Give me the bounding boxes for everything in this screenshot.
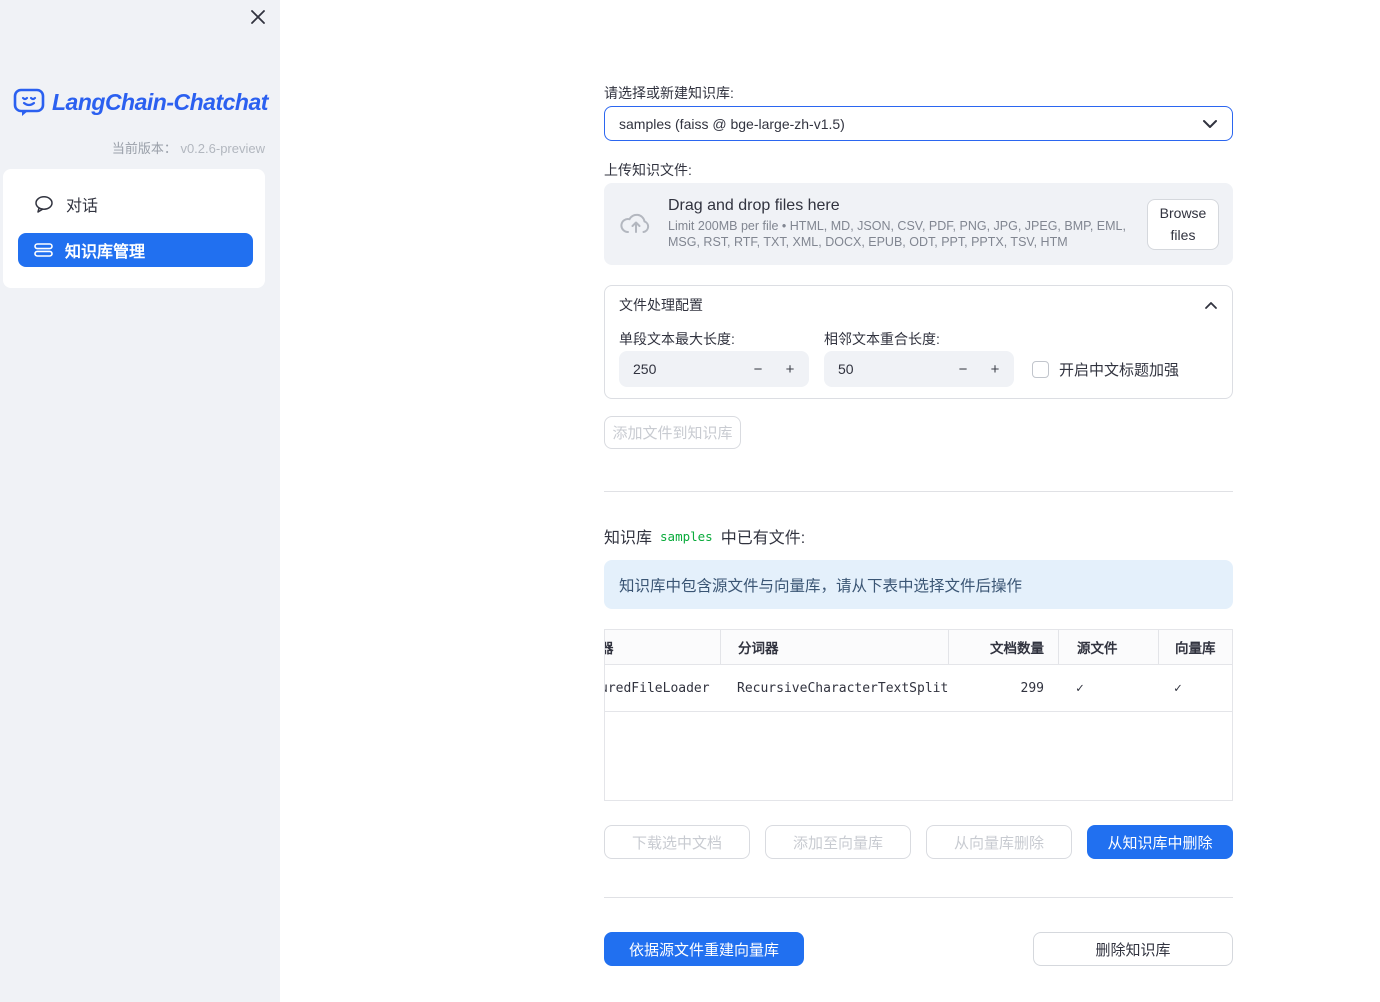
divider bbox=[604, 491, 1233, 492]
column-header-doc-count[interactable]: 文档数量 bbox=[948, 630, 1058, 664]
version-value: v0.2.6-preview bbox=[180, 141, 265, 156]
knowledge-base-icon bbox=[34, 242, 53, 258]
add-to-vectorstore-button[interactable]: 添加至向量库 bbox=[765, 825, 911, 859]
file-dropzone[interactable]: Drag and drop files here Limit 200MB per… bbox=[604, 183, 1233, 265]
cell-source-file-check: ✓ bbox=[1058, 665, 1158, 711]
cell-doc-count: 299 bbox=[1020, 680, 1044, 696]
cell-loader: uredFileLoader bbox=[605, 680, 710, 696]
overlap-size-label: 相邻文本重合长度: bbox=[824, 331, 940, 347]
sidebar-item-label: 知识库管理 bbox=[65, 244, 146, 261]
cloud-upload-icon bbox=[620, 211, 652, 237]
table-header-row: 器 分词器 文档数量 源文件 向量库 bbox=[605, 630, 1232, 665]
sidebar-item-kb-management[interactable]: 知识库管理 bbox=[18, 233, 253, 267]
kb-files-heading: 知识库 samples 中已有文件: bbox=[604, 524, 805, 548]
upload-label: 上传知识文件: bbox=[604, 162, 692, 178]
kb-files-table[interactable]: 器 分词器 文档数量 源文件 向量库 uredFileLoader Recurs… bbox=[604, 629, 1233, 801]
app-window: LangChain-Chatchat 当前版本： v0.2.6-preview … bbox=[0, 0, 1380, 1002]
app-logo: LangChain-Chatchat bbox=[12, 86, 268, 118]
check-icon: ✓ bbox=[1076, 680, 1084, 696]
increment-icon[interactable]: + bbox=[783, 361, 797, 378]
overlap-size-value: 50 bbox=[838, 361, 854, 377]
download-selected-button[interactable]: 下载选中文档 bbox=[604, 825, 750, 859]
kb-select-value: samples (faiss @ bge-large-zh-v1.5) bbox=[619, 115, 845, 132]
delete-kb-button[interactable]: 删除知识库 bbox=[1033, 932, 1233, 966]
check-icon: ✓ bbox=[1174, 680, 1182, 696]
column-header-splitter[interactable]: 分词器 bbox=[720, 630, 948, 664]
file-config-expander: 文件处理配置 单段文本最大长度: 相邻文本重合长度: 250 − + 50 − … bbox=[604, 285, 1233, 399]
increment-icon[interactable]: + bbox=[988, 361, 1002, 378]
dropzone-limits: Limit 200MB per file • HTML, MD, JSON, C… bbox=[668, 219, 1126, 249]
sidebar: LangChain-Chatchat 当前版本： v0.2.6-preview … bbox=[0, 0, 280, 1002]
cell-vector-store-check: ✓ bbox=[1158, 665, 1232, 711]
kb-name-code: samples bbox=[660, 528, 713, 544]
dropzone-text: Drag and drop files here Limit 200MB per… bbox=[668, 197, 1128, 250]
expander-header[interactable]: 文件处理配置 bbox=[619, 295, 1218, 315]
version-info: 当前版本： v0.2.6-preview bbox=[0, 138, 265, 157]
add-files-to-kb-button[interactable]: 添加文件到知识库 bbox=[604, 416, 741, 449]
checkbox-unchecked-icon[interactable] bbox=[1032, 361, 1049, 378]
sidebar-item-label: 对话 bbox=[66, 198, 99, 215]
zh-title-enhance-checkbox-row[interactable]: 开启中文标题加强 bbox=[1032, 359, 1179, 380]
sidebar-close-icon[interactable] bbox=[248, 7, 268, 27]
kb-files-prefix: 知识库 bbox=[604, 530, 653, 547]
overlap-size-input[interactable]: 50 − + bbox=[824, 351, 1014, 387]
chunk-size-input[interactable]: 250 − + bbox=[619, 351, 809, 387]
info-alert-text: 知识库中包含源文件与向量库，请从下表中选择文件后操作 bbox=[619, 577, 1023, 595]
logo-chat-bubble-icon bbox=[12, 86, 46, 118]
column-header-loader[interactable]: 器 bbox=[605, 630, 720, 664]
delete-from-kb-button[interactable]: 从知识库中删除 bbox=[1087, 825, 1233, 859]
dropzone-title: Drag and drop files here bbox=[668, 197, 840, 215]
decrement-icon[interactable]: − bbox=[751, 361, 765, 378]
decrement-icon[interactable]: − bbox=[956, 361, 970, 378]
rebuild-vectorstore-button[interactable]: 依据源文件重建向量库 bbox=[604, 932, 804, 966]
expander-title: 文件处理配置 bbox=[619, 297, 703, 313]
chunk-size-label: 单段文本最大长度: bbox=[619, 331, 735, 347]
table-row[interactable]: uredFileLoader RecursiveCharacterTextSpl… bbox=[605, 665, 1232, 712]
info-alert: 知识库中包含源文件与向量库，请从下表中选择文件后操作 bbox=[604, 560, 1233, 609]
chunk-size-value: 250 bbox=[633, 361, 657, 377]
sidebar-item-dialogue[interactable]: 对话 bbox=[18, 183, 253, 225]
chevron-up-icon bbox=[1204, 301, 1218, 310]
file-actions-row: 下载选中文档 添加至向量库 从向量库删除 从知识库中删除 bbox=[604, 825, 1233, 859]
sidebar-nav: 对话 知识库管理 bbox=[3, 169, 265, 288]
app-title: LangChain-Chatchat bbox=[52, 88, 268, 115]
chevron-down-icon bbox=[1202, 119, 1218, 129]
delete-from-vectorstore-button[interactable]: 从向量库删除 bbox=[926, 825, 1072, 859]
chat-bubble-icon bbox=[34, 195, 54, 213]
cell-splitter: RecursiveCharacterTextSplitter bbox=[737, 680, 948, 696]
kb-select-dropdown[interactable]: samples (faiss @ bge-large-zh-v1.5) bbox=[604, 106, 1233, 141]
kb-files-suffix: 中已有文件: bbox=[720, 530, 806, 547]
divider bbox=[604, 897, 1233, 898]
column-header-source-file[interactable]: 源文件 bbox=[1058, 630, 1158, 664]
version-label: 当前版本： bbox=[111, 141, 177, 156]
zh-title-enhance-label: 开启中文标题加强 bbox=[1059, 362, 1180, 379]
browse-files-button[interactable]: Browse files bbox=[1147, 198, 1219, 250]
column-header-vector-store[interactable]: 向量库 bbox=[1158, 630, 1232, 664]
kb-select-label: 请选择或新建知识库: bbox=[604, 85, 734, 101]
